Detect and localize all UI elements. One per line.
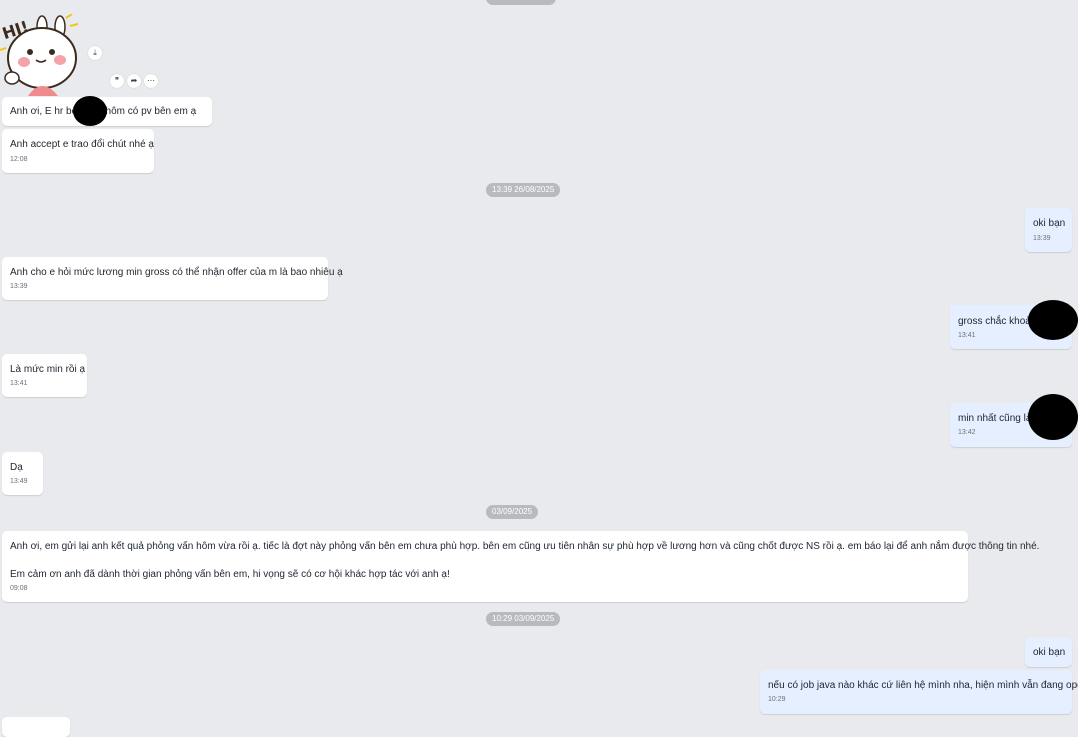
message-time: 13:49	[10, 478, 28, 485]
redaction-mark	[73, 96, 107, 126]
message-time: 09:08	[10, 585, 28, 592]
bunny-hi-sticker[interactable]: HI!	[0, 13, 90, 96]
redaction-mark	[1028, 300, 1078, 340]
message-outgoing[interactable]: oki bạn	[1025, 638, 1072, 667]
message-incoming[interactable]: Anh ơi, em gửi lại anh kết quả phỏng vấn…	[2, 531, 1039, 602]
message-time: 13:41	[10, 380, 28, 387]
message-time: 12:08	[10, 156, 28, 163]
message-text: nếu có job java nào khác cứ liên hệ mình…	[768, 680, 1078, 691]
message-text: Anh cho e hỏi mức lương min gross có thể…	[10, 267, 343, 278]
date-separator-partial	[486, 0, 556, 5]
message-text: min nhất cũng là	[958, 413, 1032, 424]
message-time: 13:39	[10, 283, 28, 290]
message-incoming[interactable]: Dạ 13:49	[2, 452, 43, 495]
message-text: Dạ	[10, 462, 23, 473]
message-time: 10:29	[768, 696, 786, 703]
message-text: oki bạn	[1033, 647, 1066, 658]
message-incoming[interactable]: Anh cho e hỏi mức lương min gross có thể…	[2, 257, 343, 300]
message-time: 13:39	[1033, 235, 1051, 242]
message-incoming[interactable]: Anh accept e trao đổi chút nhé ạ 12:08	[2, 129, 154, 173]
message-incoming[interactable]: Là mức min rồi ạ 13:41	[2, 354, 87, 397]
message-text: gross chắc khoả	[958, 316, 1031, 327]
message-incoming[interactable]: Anh ơi, E hr bên vừa hôm có pv bên em ạ	[2, 97, 212, 126]
more-icon[interactable]: ⋯	[144, 74, 158, 88]
message-outgoing[interactable]: nếu có job java nào khác cứ liên hệ mình…	[760, 670, 1078, 714]
date-separator: 10:29 03/09/2025	[486, 612, 561, 626]
message-text: Anh accept e trao đổi chút nhé ạ	[10, 139, 154, 150]
message-incoming-partial[interactable]	[2, 717, 70, 737]
message-text: Anh ơi, em gửi lại anh kết quả phỏng vấn…	[10, 541, 1040, 552]
download-icon[interactable]: ⤓	[88, 46, 102, 60]
date-separator: 03/09/2025	[486, 505, 539, 519]
message-text-line2: Em cảm ơn anh đã dành thời gian phỏng vấ…	[10, 569, 450, 580]
message-time: 13:41	[958, 332, 976, 339]
redaction-mark	[1028, 394, 1078, 440]
quote-icon[interactable]: ❞	[110, 74, 124, 88]
message-outgoing[interactable]: oki bạn 13:39	[1025, 208, 1072, 252]
date-separator: 13:39 26/08/2025	[486, 183, 561, 197]
message-text: oki bạn	[1033, 218, 1066, 229]
forward-icon[interactable]: ➦	[127, 74, 141, 88]
message-time: 13:42	[958, 429, 976, 436]
message-text: Là mức min rồi ạ	[10, 364, 86, 375]
